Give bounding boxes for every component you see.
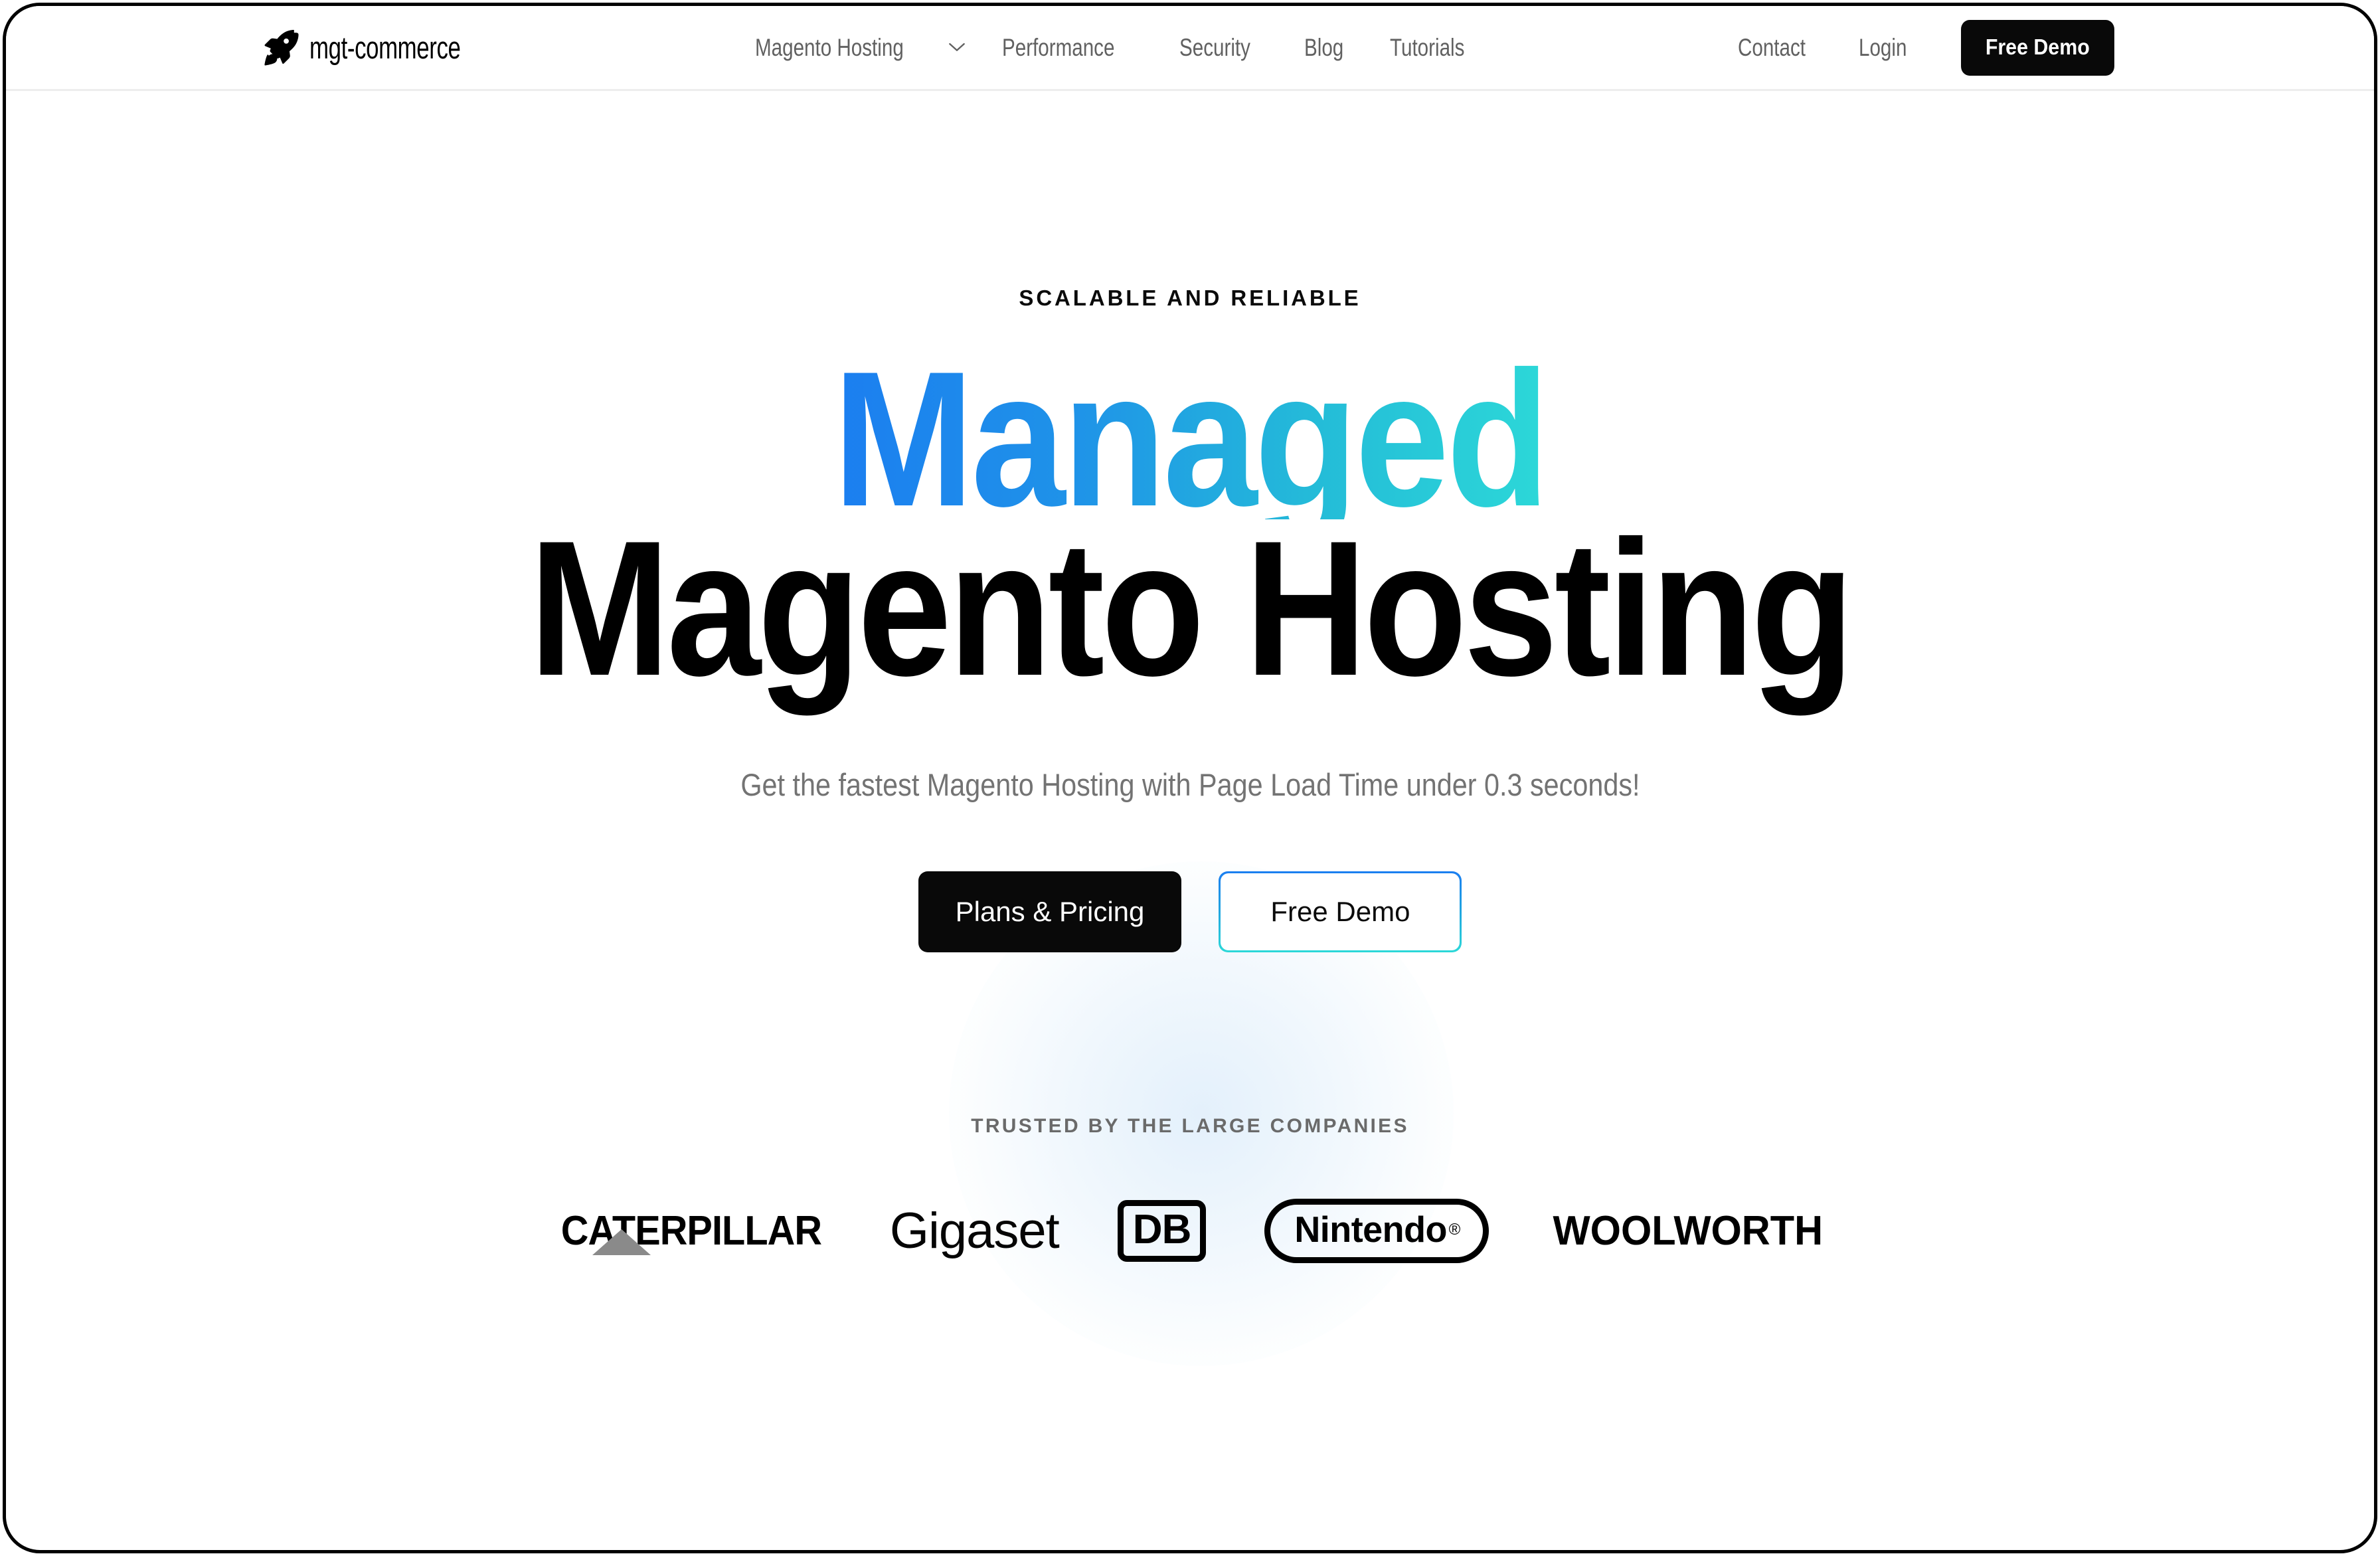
chevron-down-icon (948, 43, 965, 51)
free-demo-button[interactable]: Free Demo (1221, 873, 1460, 951)
logo-db: DB (1117, 1200, 1207, 1262)
woolworth-wordmark: WOOLWORTH (1553, 1208, 1824, 1254)
nintendo-pill-outline: Nintendo ® (1264, 1199, 1489, 1264)
hero-cta-row: Plans & Pricing Free Demo (6, 871, 2374, 953)
nav-item-blog[interactable]: Blog (1304, 34, 1343, 62)
site-header: mgt-commerce Magento Hosting Performance… (6, 6, 2374, 91)
db-wordmark: DB (1132, 1207, 1192, 1253)
hero-headline: Managed Magento Hosting (6, 311, 2374, 716)
nintendo-wordmark: Nintendo (1294, 1209, 1448, 1251)
logo-woolworth: WOOLWORTH (1547, 1207, 1829, 1254)
logo-gigaset: Gigaset (889, 1202, 1060, 1260)
nav-item-performance[interactable]: Performance (1002, 34, 1114, 62)
trusted-logos: CATERPILLAR Gigaset DB Nintendo ® WOOLWO… (6, 1199, 2374, 1264)
plans-and-pricing-button[interactable]: Plans & Pricing (918, 871, 1182, 953)
header-actions: Contact Login Free Demo (1738, 19, 2121, 76)
headline-gradient-word: Managed (833, 331, 1550, 547)
rocket-icon (264, 29, 299, 66)
logo-nintendo: Nintendo ® (1264, 1199, 1489, 1264)
hero-eyebrow: SCALABLE AND RELIABLE (1019, 286, 1361, 310)
hero-section: SCALABLE AND RELIABLE Managed Magento Ho… (6, 91, 2374, 1550)
caterpillar-triangle-icon (592, 1229, 651, 1256)
headline-main: Magento Hosting (529, 500, 1855, 716)
nav-item-magento-hosting[interactable]: Magento Hosting (755, 34, 966, 62)
db-box-outline: DB (1117, 1200, 1207, 1262)
trusted-by-label: TRUSTED BY THE LARGE COMPANIES (971, 1115, 1409, 1138)
page-frame: mgt-commerce Magento Hosting Performance… (3, 3, 2377, 1553)
nav-label-magento-hosting: Magento Hosting (755, 33, 904, 61)
logo-caterpillar: CATERPILLAR (551, 1207, 831, 1256)
main-navigation: Magento Hosting Performance Security Blo… (755, 34, 1484, 62)
gigaset-wordmark: Gigaset (889, 1203, 1060, 1260)
free-demo-button-wrapper[interactable]: Free Demo (1219, 871, 1462, 953)
nav-item-login[interactable]: Login (1859, 34, 1907, 62)
brand-name: mgt-commerce (309, 30, 461, 65)
nav-item-contact[interactable]: Contact (1738, 34, 1806, 62)
header-free-demo-button[interactable]: Free Demo (1961, 19, 2114, 76)
hero-subtitle: Get the fastest Magento Hosting with Pag… (740, 767, 1640, 803)
nintendo-registered-icon: ® (1448, 1220, 1461, 1239)
brand-logo[interactable]: mgt-commerce (259, 27, 513, 68)
nav-item-security[interactable]: Security (1179, 34, 1250, 62)
nav-item-tutorials[interactable]: Tutorials (1390, 34, 1464, 62)
